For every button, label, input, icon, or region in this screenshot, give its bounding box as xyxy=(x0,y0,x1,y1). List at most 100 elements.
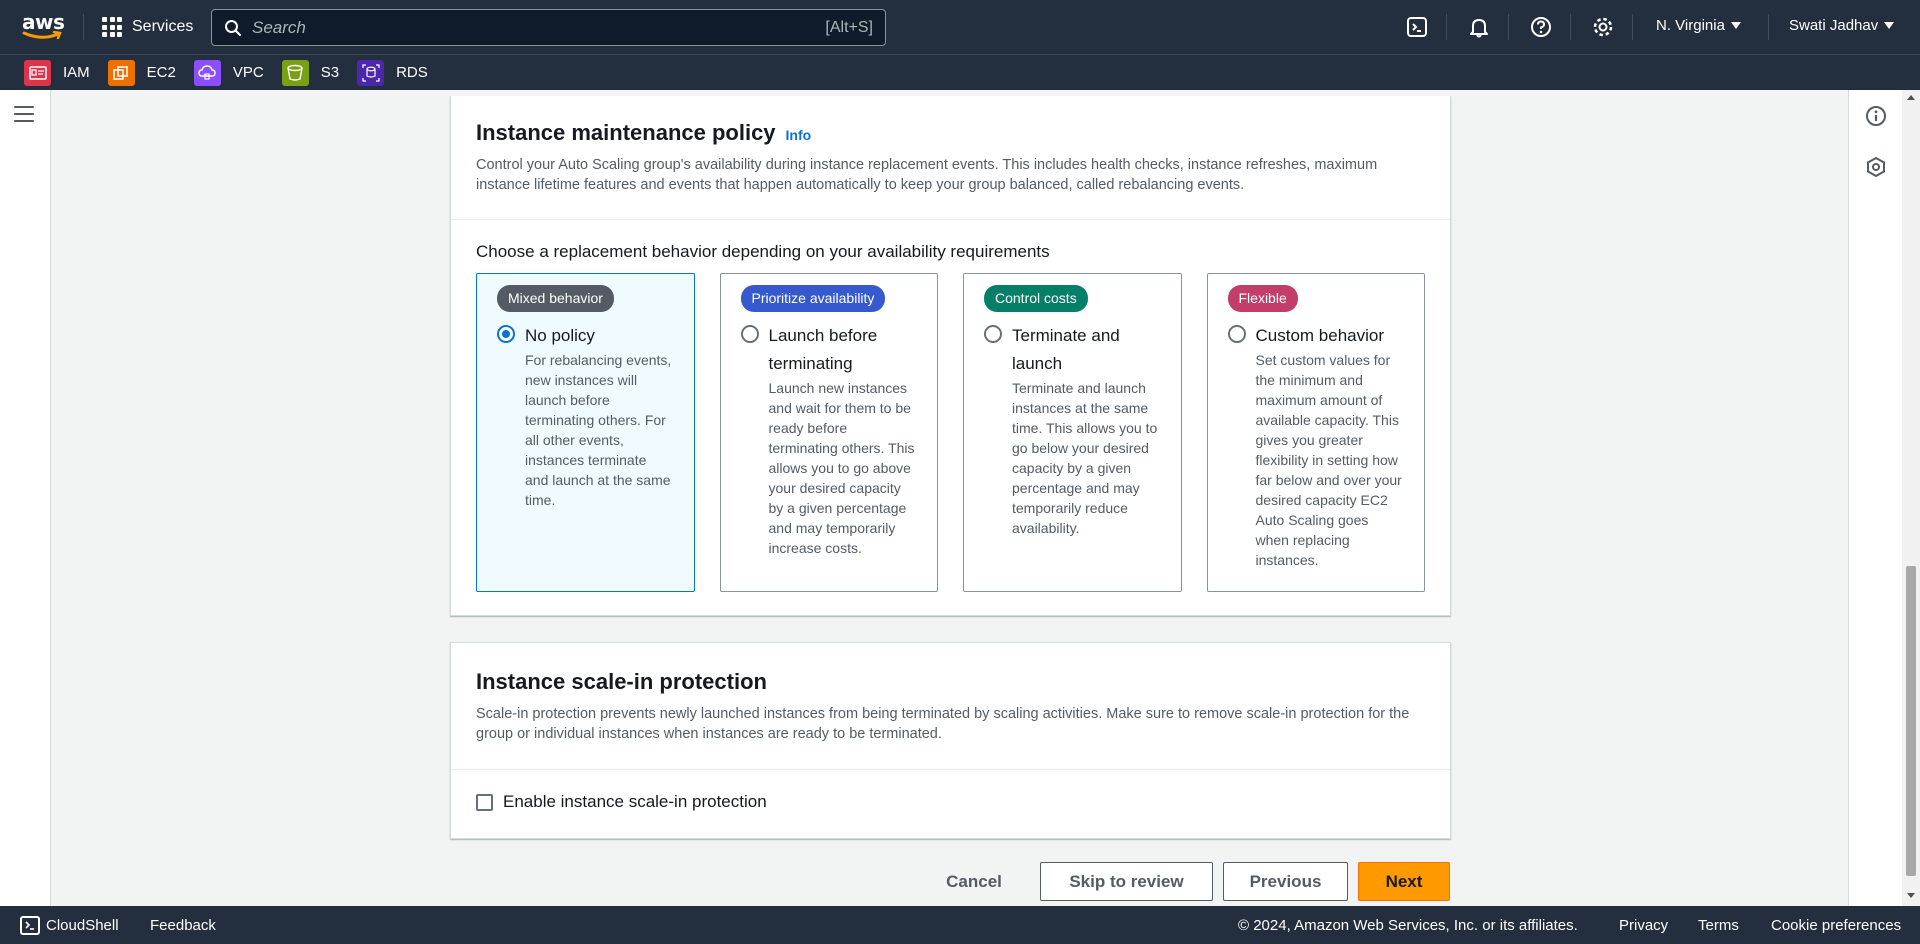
user-name: Swati Jadhav xyxy=(1789,17,1879,34)
nav-divider xyxy=(1508,14,1509,40)
ec2-service-icon xyxy=(107,59,135,86)
panel-title-row: Instance maintenance policy Info xyxy=(476,120,1425,146)
favorite-vpc[interactable]: VPC xyxy=(193,59,264,86)
nav-divider xyxy=(1570,14,1571,40)
search-shortcut-hint: [Alt+S] xyxy=(825,18,873,36)
copyright-text: © 2024, Amazon Web Services, Inc. or its… xyxy=(1238,917,1578,934)
maintenance-policy-panel: Instance maintenance policy Info Control… xyxy=(450,96,1451,616)
nav-divider xyxy=(1768,14,1769,40)
bell-icon[interactable] xyxy=(1467,15,1491,39)
aws-logo-text: aws xyxy=(22,10,65,34)
region-label: N. Virginia xyxy=(1656,17,1725,34)
radio-custom-behavior[interactable] xyxy=(1227,325,1246,343)
favorites-bar: IAM EC2 VPC S3 RDS xyxy=(0,54,1920,90)
previous-button[interactable]: Previous xyxy=(1223,862,1348,901)
aws-smile-icon xyxy=(22,31,62,40)
search-box[interactable]: [Alt+S] xyxy=(211,9,886,46)
tile-description: Set custom values for the minimum and ma… xyxy=(1255,352,1402,568)
tile-title: Custom behavior xyxy=(1255,326,1385,345)
console-footer: CloudShell Feedback © 2024, Amazon Web S… xyxy=(0,906,1920,944)
scale-in-protection-description: Scale-in protection prevents newly launc… xyxy=(476,706,1410,742)
aws-logo[interactable]: aws xyxy=(22,10,65,42)
replacement-behavior-tiles: Mixed behavior No policy For rebalancing… xyxy=(476,273,1425,592)
favorite-s3[interactable]: S3 xyxy=(281,59,340,86)
favorite-label: IAM xyxy=(63,64,90,81)
services-label: Services xyxy=(132,18,194,35)
scale-in-protection-title: Instance scale-in protection xyxy=(476,669,767,694)
checkbox-label: Enable instance scale-in protection xyxy=(503,792,767,811)
search-icon xyxy=(225,19,241,36)
favorite-rds[interactable]: RDS xyxy=(357,59,428,86)
badge-flexible: Flexible xyxy=(1227,285,1298,312)
left-navigation-rail xyxy=(0,90,51,906)
cancel-button[interactable]: Cancel xyxy=(930,862,1018,901)
tile-description: For rebalancing events, new instances wi… xyxy=(525,352,672,508)
hamburger-menu-icon[interactable] xyxy=(14,106,34,122)
feedback-link[interactable]: Feedback xyxy=(150,917,216,934)
privacy-link[interactable]: Privacy xyxy=(1619,917,1668,934)
cookie-preferences-link[interactable]: Cookie preferences xyxy=(1771,917,1901,934)
tile-title: Launch before terminating xyxy=(768,326,878,373)
info-link[interactable]: Info xyxy=(786,127,812,143)
cloudshell-icon[interactable] xyxy=(20,916,40,935)
iam-service-icon xyxy=(24,59,51,86)
next-button[interactable]: Next xyxy=(1358,862,1450,901)
scale-in-protection-panel: Instance scale-in protection Scale-in pr… xyxy=(450,642,1451,839)
badge-prioritize-availability: Prioritize availability xyxy=(740,285,886,312)
services-menu-button[interactable]: Services xyxy=(102,14,193,40)
panel-header: Instance scale-in protection Scale-in pr… xyxy=(451,643,1450,769)
panel-header: Instance maintenance policy Info Control… xyxy=(451,96,1450,219)
radio-launch-before-terminating[interactable] xyxy=(740,325,759,343)
tile-title: No policy xyxy=(525,326,595,345)
terms-link[interactable]: Terms xyxy=(1698,917,1739,934)
favorite-ec2[interactable]: EC2 xyxy=(107,59,176,86)
caret-down-icon xyxy=(1730,22,1741,29)
radio-terminate-and-launch[interactable] xyxy=(984,325,1002,343)
tile-custom-behavior[interactable]: Flexible Custom behavior Set custom valu… xyxy=(1206,273,1425,592)
account-menu[interactable]: Swati Jadhav xyxy=(1789,17,1895,34)
tile-description: Launch new instances and wait for them t… xyxy=(768,380,915,556)
info-circle-icon[interactable] xyxy=(1865,105,1887,132)
page-scrollbar[interactable] xyxy=(1902,90,1920,906)
maintenance-policy-title: Instance maintenance policy xyxy=(476,120,776,145)
radio-no-policy[interactable] xyxy=(497,325,515,343)
vpc-service-icon xyxy=(193,59,221,86)
scale-in-protection-checkbox-row[interactable]: Enable instance scale-in protection xyxy=(476,792,1425,812)
cloudshell-link[interactable]: CloudShell xyxy=(46,917,119,934)
nav-divider xyxy=(83,14,84,40)
panel-body: Choose a replacement behavior depending … xyxy=(451,219,1450,617)
nav-divider xyxy=(1632,14,1633,40)
favorite-iam[interactable]: IAM xyxy=(24,59,90,86)
scroll-thumb[interactable] xyxy=(1906,566,1916,876)
gear-icon[interactable] xyxy=(1591,15,1615,39)
top-navigation: aws Services [Alt+S] N. Virginia xyxy=(0,0,1920,54)
right-tools-rail xyxy=(1848,90,1902,906)
scroll-up-arrow-icon[interactable] xyxy=(1907,95,1915,100)
s3-service-icon xyxy=(281,59,309,86)
region-selector[interactable]: N. Virginia xyxy=(1656,17,1741,34)
scale-in-protection-checkbox[interactable] xyxy=(476,793,493,811)
favorite-label: EC2 xyxy=(146,64,176,81)
tile-description: Terminate and launch instances at the sa… xyxy=(1012,380,1158,536)
help-icon[interactable] xyxy=(1529,15,1553,39)
search-input[interactable] xyxy=(252,17,826,38)
grid-icon xyxy=(102,17,122,37)
badge-control-costs: Control costs xyxy=(984,285,1088,312)
tile-no-policy[interactable]: Mixed behavior No policy For rebalancing… xyxy=(476,273,695,592)
skip-to-review-button[interactable]: Skip to review xyxy=(1040,862,1213,901)
tile-terminate-and-launch[interactable]: Control costs Terminate and launch Termi… xyxy=(963,273,1182,592)
nav-divider xyxy=(1446,14,1447,40)
favorite-label: RDS xyxy=(396,64,428,81)
rds-service-icon xyxy=(357,59,385,86)
panel-body: Enable instance scale-in protection xyxy=(451,769,1450,837)
tile-title: Terminate and launch xyxy=(1012,326,1120,373)
favorite-label: VPC xyxy=(232,64,264,81)
favorite-label: S3 xyxy=(320,64,340,81)
scroll-down-arrow-icon[interactable] xyxy=(1907,893,1915,898)
maintenance-policy-description: Control your Auto Scaling group's availa… xyxy=(476,157,1378,193)
replacement-behavior-label: Choose a replacement behavior depending … xyxy=(476,242,1050,261)
tile-launch-before-terminating[interactable]: Prioritize availability Launch before te… xyxy=(719,273,938,592)
cloudshell-icon[interactable] xyxy=(1405,15,1429,39)
caret-down-icon xyxy=(1884,22,1895,29)
hexagon-icon[interactable] xyxy=(1865,156,1887,183)
